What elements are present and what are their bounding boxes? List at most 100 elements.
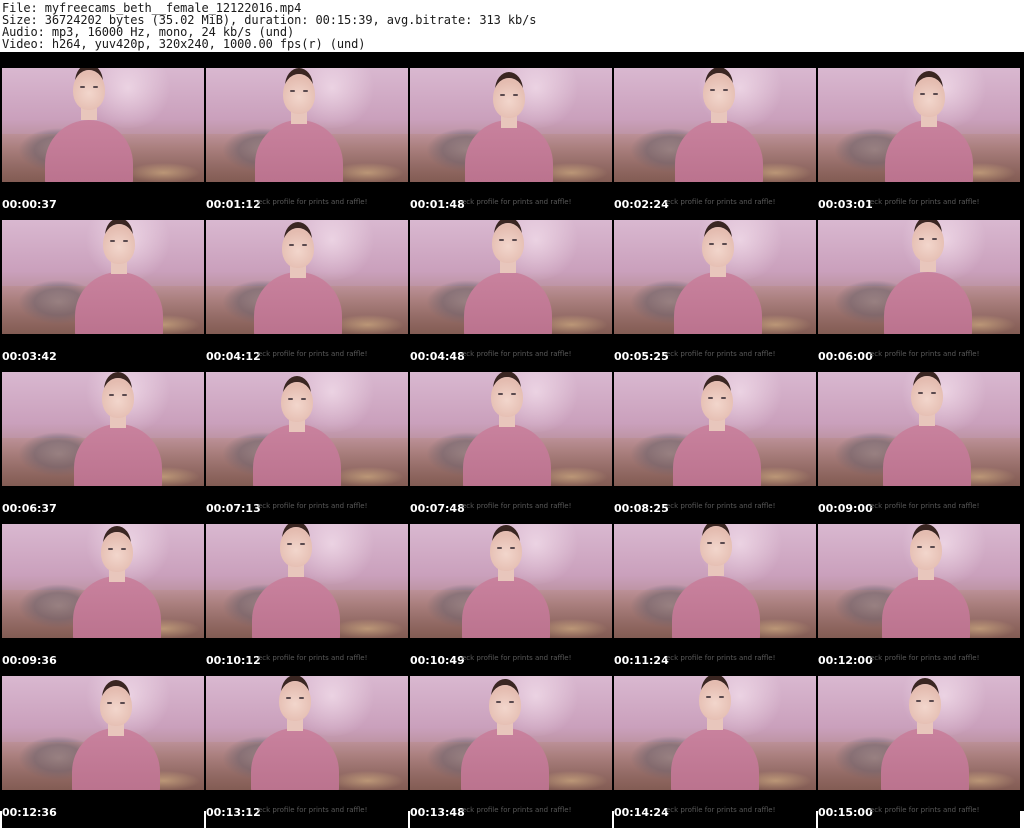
watermark-text: eck profile for prints and raffle! <box>870 502 980 510</box>
person-eye <box>109 394 114 396</box>
thumbnail-7: 00:04:12 eck profile for prints and raff… <box>206 220 408 372</box>
video-frame <box>410 676 612 790</box>
video-frame <box>410 68 612 182</box>
caption-strip: 00:02:24 eck profile for prints and raff… <box>614 182 816 220</box>
person-eye <box>510 547 515 549</box>
caption-strip: 00:04:12 eck profile for prints and raff… <box>206 334 408 372</box>
person-torso <box>255 120 343 182</box>
person-torso <box>74 424 162 486</box>
timestamp: 00:12:00 <box>818 654 873 667</box>
person-head <box>281 382 313 422</box>
thumbnail-15: 00:09:00 eck profile for prints and raff… <box>818 372 1020 524</box>
person-eye <box>723 89 728 91</box>
thumbnail-20: 00:12:00 eck profile for prints and raff… <box>818 524 1020 676</box>
caption-strip: 00:12:00 eck profile for prints and raff… <box>818 638 1020 676</box>
video-frame <box>2 524 204 638</box>
watermark-text: eck profile for prints and raffle! <box>462 654 572 662</box>
watermark-text: eck profile for prints and raffle! <box>666 502 776 510</box>
person-torso <box>75 272 163 334</box>
watermark-text: eck profile for prints and raffle! <box>258 502 368 510</box>
person-eye <box>107 702 112 704</box>
caption-strip: 00:13:48 eck profile for prints and raff… <box>410 790 612 828</box>
file-info-header: File: myfreecams_beth__female_12122016.m… <box>0 0 1024 52</box>
video-frame <box>2 220 204 334</box>
video-frame <box>410 372 612 486</box>
thumbnail-grid: 00:00:37 00:01:12 eck profile for prints… <box>2 68 1022 828</box>
person-eye <box>500 94 505 96</box>
video-frame <box>614 68 816 182</box>
person-torso <box>675 120 763 182</box>
person-head <box>280 527 312 567</box>
timestamp: 00:05:25 <box>614 350 669 363</box>
person-torso <box>252 576 340 638</box>
person-torso <box>251 728 339 790</box>
video-frame <box>206 372 408 486</box>
watermark-text: eck profile for prints and raffle! <box>870 350 980 358</box>
person-eye <box>920 93 925 95</box>
person-head <box>910 530 942 570</box>
person-eye <box>917 546 922 548</box>
person-eye <box>933 93 938 95</box>
watermark-text: eck profile for prints and raffle! <box>258 350 368 358</box>
person-torso <box>884 272 972 334</box>
person-head <box>493 78 525 118</box>
person-head <box>490 531 522 571</box>
person-eye <box>509 701 514 703</box>
person-eye <box>303 90 308 92</box>
person-eye <box>300 543 305 545</box>
video-frame <box>614 676 816 790</box>
thumbnail-19: 00:11:24 eck profile for prints and raff… <box>614 524 816 676</box>
person-eye <box>722 243 727 245</box>
person-head <box>913 77 945 117</box>
video-frame <box>818 676 1020 790</box>
timestamp: 00:10:12 <box>206 654 261 667</box>
watermark-text: eck profile for prints and raffle! <box>666 654 776 662</box>
timestamp: 00:12:36 <box>2 806 57 819</box>
person-eye <box>710 89 715 91</box>
caption-strip: 00:14:24 eck profile for prints and raff… <box>614 790 816 828</box>
person-torso <box>464 272 552 334</box>
caption-strip: 00:12:36 <box>2 790 204 828</box>
person-eye <box>706 696 711 698</box>
person-eye <box>299 697 304 699</box>
timestamp: 00:14:24 <box>614 806 669 819</box>
person-eye <box>931 392 936 394</box>
person-torso <box>672 576 760 638</box>
timestamp: 00:13:48 <box>410 806 465 819</box>
thumbnail-21: 00:12:36 <box>2 676 204 828</box>
video-frame <box>206 68 408 182</box>
person-eye <box>499 239 504 241</box>
person-eye <box>916 700 921 702</box>
caption-strip: 00:10:49 eck profile for prints and raff… <box>410 638 612 676</box>
caption-strip: 00:03:01 eck profile for prints and raff… <box>818 182 1020 220</box>
person-torso <box>461 728 549 790</box>
thumbnail-25: 00:15:00 eck profile for prints and raff… <box>818 676 1020 828</box>
timestamp: 00:08:25 <box>614 502 669 515</box>
timestamp: 00:10:49 <box>410 654 465 667</box>
thumbnail-18: 00:10:49 eck profile for prints and raff… <box>410 524 612 676</box>
person-eye <box>498 393 503 395</box>
person-torso <box>882 576 970 638</box>
person-eye <box>302 244 307 246</box>
timestamp: 00:07:48 <box>410 502 465 515</box>
person-eye <box>301 398 306 400</box>
video-frame <box>818 220 1020 334</box>
person-eye <box>719 696 724 698</box>
person-eye <box>929 700 934 702</box>
person-head <box>283 74 315 114</box>
caption-strip: 00:11:24 eck profile for prints and raff… <box>614 638 816 676</box>
thumbnail-9: 00:05:25 eck profile for prints and raff… <box>614 220 816 372</box>
person-torso <box>465 120 553 182</box>
person-eye <box>110 240 115 242</box>
person-head <box>101 532 133 572</box>
person-eye <box>708 397 713 399</box>
video-frame <box>614 220 816 334</box>
thumbnail-23: 00:13:48 eck profile for prints and raff… <box>410 676 612 828</box>
video-frame <box>818 68 1020 182</box>
person-eye <box>497 547 502 549</box>
video-info-line: Video: h264, yuv420p, 320x240, 1000.00 f… <box>2 37 366 51</box>
video-frame <box>2 372 204 486</box>
person-torso <box>885 120 973 182</box>
thumbnail-6: 00:03:42 <box>2 220 204 372</box>
watermark-text: eck profile for prints and raffle! <box>666 198 776 206</box>
